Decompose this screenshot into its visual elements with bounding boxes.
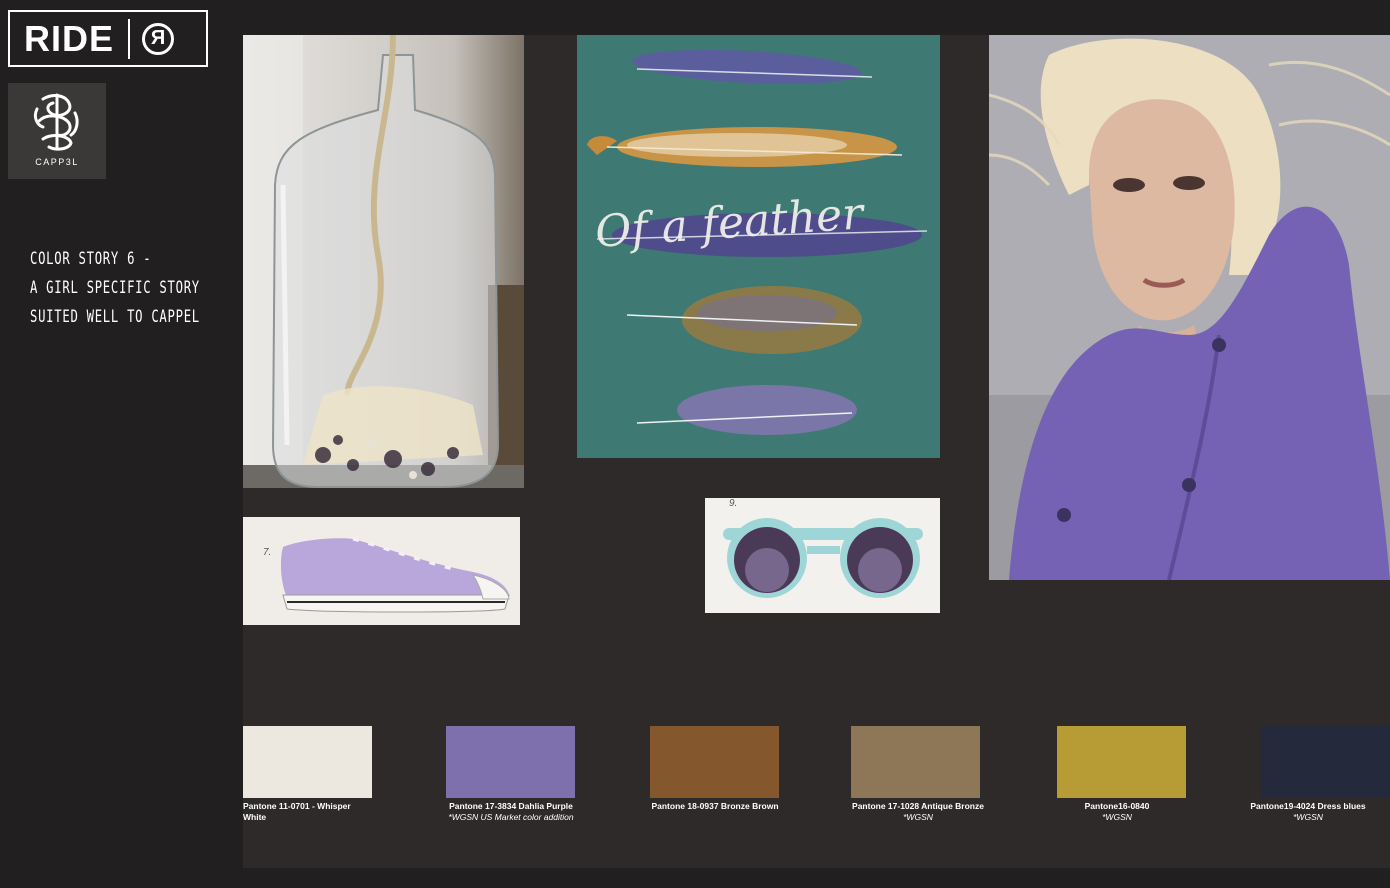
swatch-note: *WGSN [903,812,933,822]
shoe-number: 7. [263,547,272,558]
glasses-number: 9. [729,498,738,509]
swatch-note: *WGSN US Market color addition [448,812,574,822]
ride-logo: RIDE R [8,10,208,67]
story-line: COLOR STORY 6 - [30,249,152,269]
swatch-caption: Pantone 11-0701 - Whisper White [243,801,372,823]
swatch-label: Pantone 11-0701 - Whisper White [243,801,351,822]
swatch-label: Pantone16-0840 [1084,801,1150,811]
color-swatch [1261,726,1390,798]
color-swatch [446,726,575,798]
feathers-photo: Of a feather [577,35,940,458]
model-photo [989,35,1390,580]
story-line: A GIRL SPECIFIC STORY [30,278,200,298]
sunglasses-photo: 9. [705,498,940,613]
color-story-text: COLOR STORY 6 - A GIRL SPECIFIC STORY SU… [30,245,199,332]
sneaker-photo: 7. [243,517,520,625]
sneaker-illustration [280,537,510,613]
bottle-photo [243,35,524,488]
cappel-monogram-icon [33,93,79,151]
swatch-note: *WGSN [1293,812,1323,822]
color-swatch [851,726,980,798]
swatch-note: *WGSN [1102,812,1132,822]
color-swatch [1057,726,1186,798]
cappel-wordmark: CAPP3L [35,157,79,167]
color-swatch [650,726,779,798]
logo-divider [128,18,131,59]
ride-r-icon: R [142,22,175,55]
swatch-caption: Pantone16-0840 *WGSN [1017,801,1217,823]
bottle-illustration [243,35,524,488]
swatch-caption: Pantone19-4024 Dress blues *WGSN [1228,801,1388,823]
ride-wordmark: RIDE [24,17,115,59]
swatch-label: Pantone19-4024 Dress blues [1250,801,1366,811]
swatch-label: Pantone 18-0937 Bronze Brown [651,801,779,811]
swatch-caption: Pantone 17-3834 Dahlia Purple *WGSN US M… [411,801,611,823]
swatch-label: Pantone 17-3834 Dahlia Purple [449,801,573,811]
sunglasses-illustration [723,518,923,598]
swatch-caption: Pantone 18-0937 Bronze Brown [615,801,815,812]
color-swatch [243,726,372,798]
cappel-logo: CAPP3L [8,83,106,179]
swatch-caption: Pantone 17-1028 Antique Bronze *WGSN [818,801,1018,823]
model-illustration [989,35,1390,580]
swatch-label: Pantone 17-1028 Antique Bronze [852,801,984,811]
story-line: SUITED WELL TO CAPPEL [30,307,200,327]
